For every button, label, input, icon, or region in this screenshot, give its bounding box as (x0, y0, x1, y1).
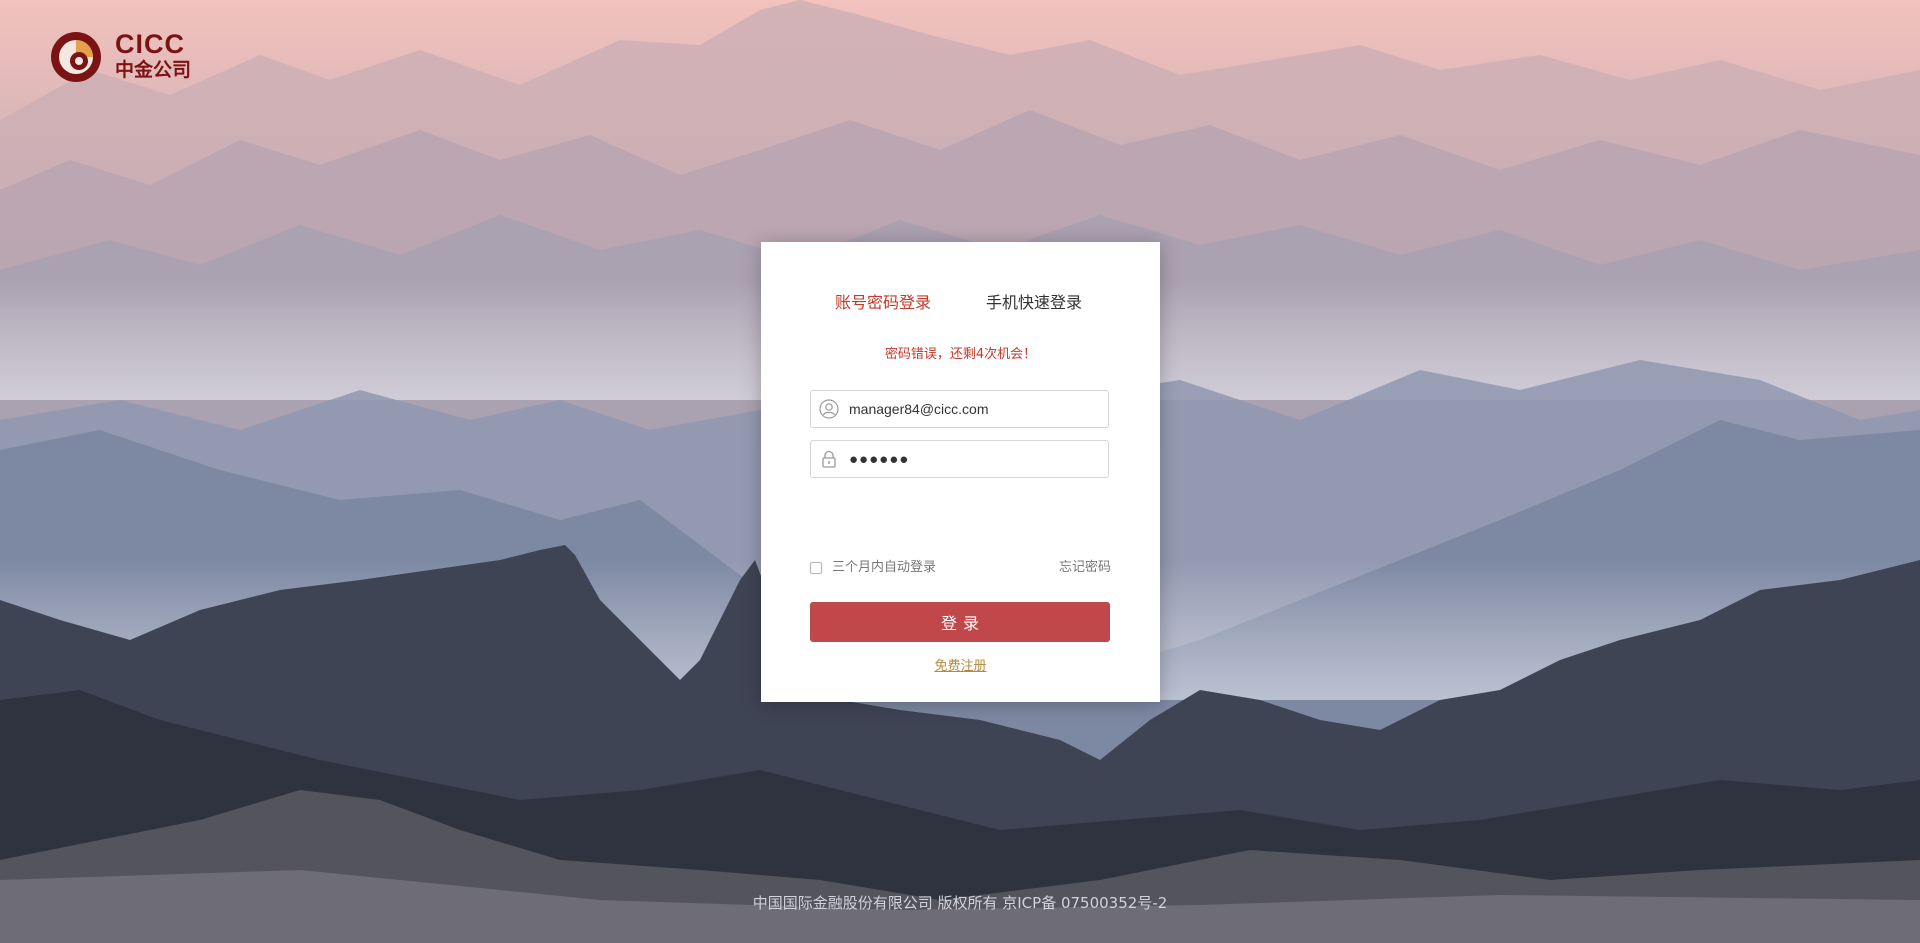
forgot-password-link[interactable]: 忘记密码 (1059, 559, 1111, 577)
register-link[interactable]: 免费注册 (934, 659, 986, 674)
login-button[interactable]: 登录 (810, 602, 1110, 642)
login-tabs: 账号密码登录 手机快速登录 (761, 292, 1160, 316)
remember-login-label: 三个月内自动登录 (832, 560, 937, 575)
cicc-logo: CICC 中金公司 (49, 28, 209, 88)
tab-phone-quick-login[interactable]: 手机快速登录 (986, 292, 1082, 314)
password-input[interactable] (849, 441, 1099, 477)
user-icon (819, 399, 839, 419)
brand-name-english: CICC (115, 29, 185, 59)
checkbox-box[interactable] (810, 562, 822, 574)
lock-icon (822, 450, 836, 468)
cicc-emblem-icon (51, 32, 101, 82)
register-row: 免费注册 (761, 658, 1160, 676)
login-card: 账号密码登录 手机快速登录 密码错误，还剩4次机会！ 三个月内自动登录 忘记密码… (761, 242, 1160, 702)
username-input[interactable] (849, 391, 1099, 427)
brand-name-chinese: 中金公司 (115, 59, 192, 81)
copyright-footer: 中国国际金融股份有限公司 版权所有 京ICP备 07500352号-2 (752, 894, 1168, 912)
remember-login-checkbox[interactable]: 三个月内自动登录 (810, 559, 936, 577)
tab-account-password-login[interactable]: 账号密码登录 (835, 292, 931, 314)
error-message: 密码错误，还剩4次机会！ (884, 347, 1037, 362)
username-field[interactable] (810, 390, 1109, 428)
password-field[interactable] (810, 440, 1109, 478)
